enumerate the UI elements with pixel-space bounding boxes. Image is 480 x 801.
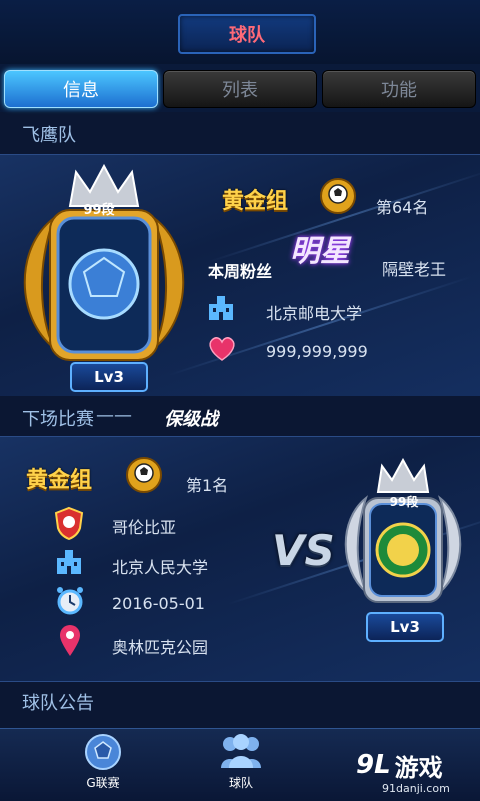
- match-date: 2016-05-01: [112, 594, 205, 613]
- gold-medal-icon: [320, 178, 356, 214]
- soccer-ball-icon: [85, 734, 121, 770]
- team-name: 飞鹰队: [22, 125, 76, 146]
- team-rank: 第64名: [376, 198, 429, 217]
- nav-team-label: 球队: [228, 776, 253, 790]
- watermark-text: 游戏: [394, 753, 443, 782]
- match-type: 保级战: [164, 409, 218, 430]
- watermark-mark: 9L: [356, 750, 391, 780]
- team-level-badge: Lv3: [70, 362, 148, 392]
- team-emblem[interactable]: [14, 158, 194, 394]
- opponent-rank-badge: 99段: [389, 495, 419, 509]
- weekly-fan-label: 本周粉丝: [208, 262, 273, 281]
- opponent-level-badge: Lv3: [366, 612, 444, 642]
- nav-team[interactable]: 球队: [196, 732, 286, 798]
- opponent-group: 黄金组: [26, 468, 93, 493]
- opponent-rank: 第1名: [186, 476, 229, 495]
- page-title: 球队: [178, 14, 316, 54]
- star-fan-name: 隔壁老王: [382, 260, 447, 279]
- star-tag: 明星: [290, 234, 350, 269]
- group-name: 黄金组: [222, 189, 289, 214]
- nav-g-league-label: G联赛: [86, 776, 120, 790]
- shield-icon: [54, 506, 84, 540]
- match-venue: 奥林匹克公园: [112, 638, 209, 657]
- watermark-url: 91danji.com: [382, 782, 450, 795]
- tab-info[interactable]: 信息: [4, 70, 158, 108]
- opponent-name: 哥伦比亚: [112, 518, 177, 537]
- tab-functions[interactable]: 功能: [322, 70, 476, 108]
- vs-label: VS: [272, 526, 335, 575]
- opponent-school: 北京人民大学: [112, 558, 209, 577]
- team-icon: [221, 734, 261, 768]
- nav-g-league[interactable]: G联赛: [58, 732, 148, 798]
- rank-badge: 99段: [83, 203, 115, 218]
- announcement-label[interactable]: 球队公告: [0, 680, 480, 724]
- alarm-clock-icon: [57, 587, 83, 615]
- gold-medal-icon: [126, 457, 162, 493]
- heart-icon: [209, 337, 235, 361]
- next-match-label: 下场比赛: [22, 409, 94, 430]
- team-school: 北京邮电大学: [266, 304, 363, 323]
- team-fans-count: 999,999,999: [266, 342, 368, 361]
- watermark-logo: 9L 游戏: [356, 748, 472, 782]
- opponent-emblem[interactable]: [340, 458, 466, 614]
- next-match-dash: ——: [96, 405, 132, 426]
- tab-list[interactable]: 列表: [163, 70, 317, 108]
- location-pin-icon: [60, 625, 80, 656]
- school-building-icon: [209, 296, 233, 320]
- school-building-icon: [57, 550, 81, 574]
